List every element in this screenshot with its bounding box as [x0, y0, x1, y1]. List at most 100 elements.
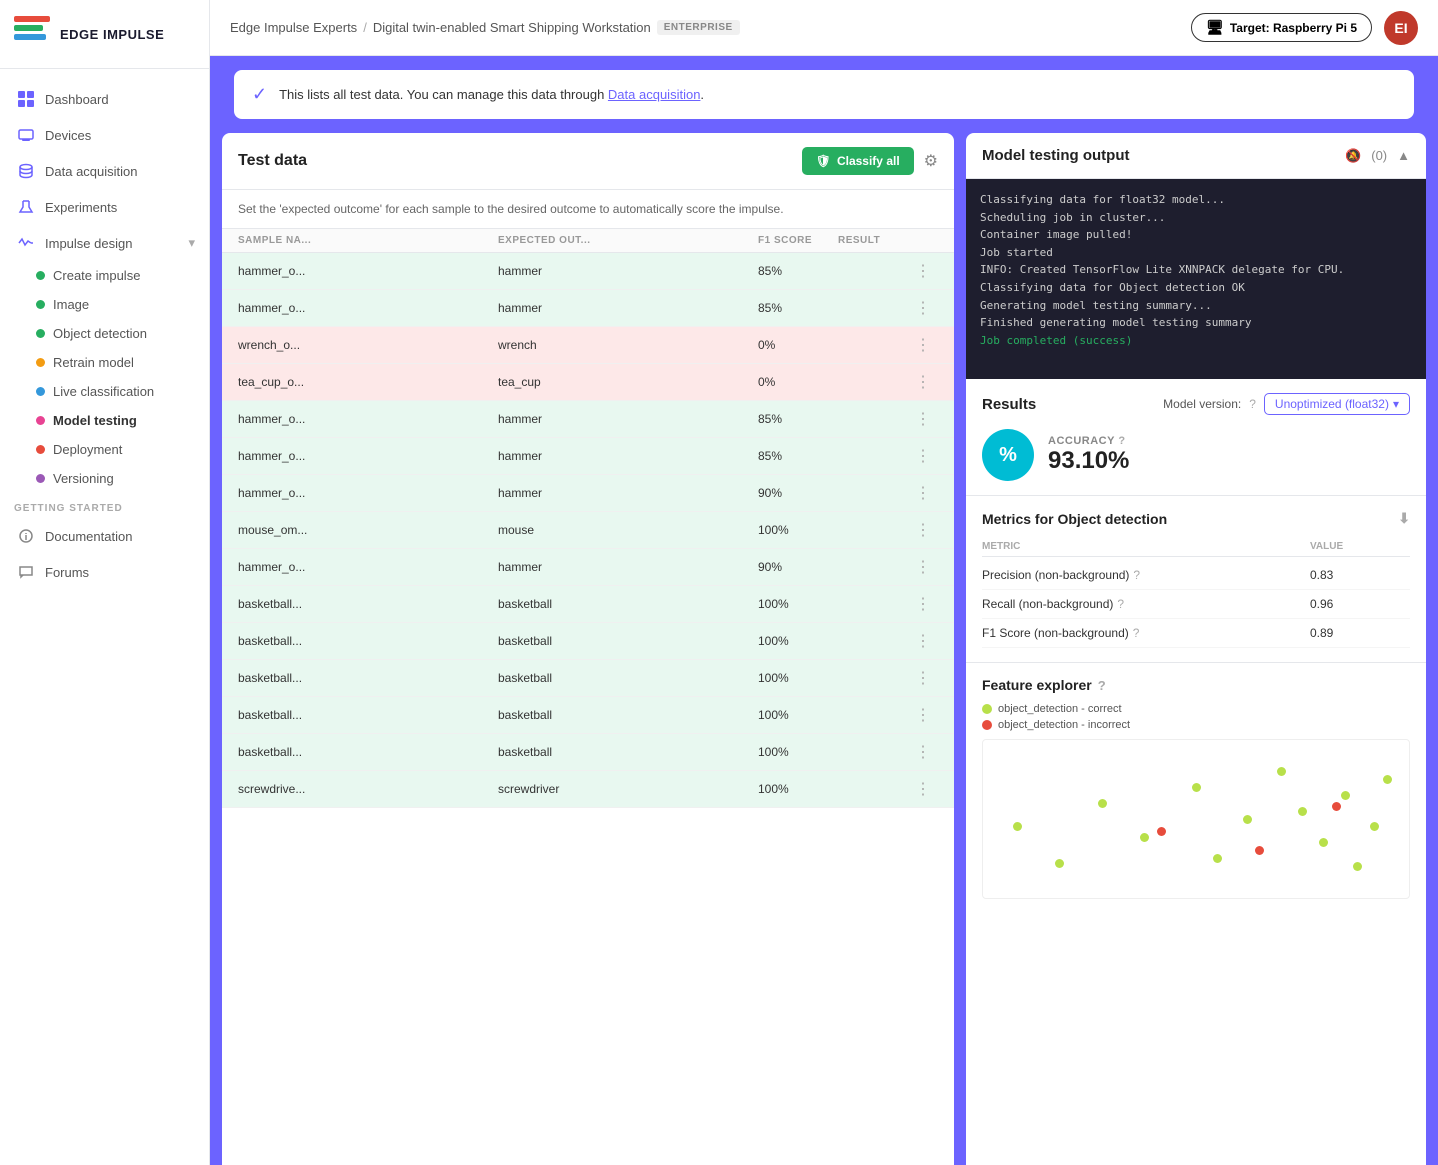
- scatter-dot: [1277, 767, 1286, 776]
- sidebar-item-create-impulse[interactable]: Create impulse: [36, 261, 209, 290]
- row-sample-name: mouse_om...: [238, 523, 498, 537]
- row-f1-score: 100%: [758, 708, 838, 722]
- row-menu-button[interactable]: ⋮: [908, 409, 938, 429]
- help-icon: ?: [1249, 397, 1256, 411]
- scatter-dot: [1055, 859, 1064, 868]
- status-dot: [36, 387, 45, 396]
- header: Edge Impulse Experts / Digital twin-enab…: [210, 0, 1438, 56]
- sidebar-item-forums[interactable]: Forums: [0, 554, 209, 590]
- sidebar-item-deployment[interactable]: Deployment: [36, 435, 209, 464]
- scatter-dot: [1255, 846, 1264, 855]
- row-menu-button[interactable]: ⋮: [908, 668, 938, 688]
- table-row[interactable]: hammer_o... hammer 85% ⋮: [222, 438, 954, 475]
- submenu-item-label: Deployment: [53, 442, 122, 457]
- sidebar-item-dashboard[interactable]: Dashboard: [0, 81, 209, 117]
- row-menu-button[interactable]: ⋮: [908, 742, 938, 762]
- row-sample-name: basketball...: [238, 745, 498, 759]
- table-row[interactable]: basketball... basketball 100% ⋮: [222, 734, 954, 771]
- model-output-panel: Model testing output 🔕 (0) ▲ Classifying…: [966, 133, 1426, 1165]
- status-dot: [36, 445, 45, 454]
- sidebar-item-impulse-design[interactable]: Impulse design ▾: [0, 225, 209, 261]
- row-menu-button[interactable]: ⋮: [908, 335, 938, 355]
- table-row[interactable]: basketball... basketball 100% ⋮: [222, 697, 954, 734]
- status-dot: [36, 271, 45, 280]
- table-row[interactable]: hammer_o... hammer 90% ⋮: [222, 549, 954, 586]
- sidebar-item-devices[interactable]: Devices: [0, 117, 209, 153]
- row-menu-button[interactable]: ⋮: [908, 372, 938, 392]
- metric-label: F1 Score (non-background) ?: [982, 626, 1310, 640]
- table-row[interactable]: hammer_o... hammer 85% ⋮: [222, 401, 954, 438]
- row-menu-button[interactable]: ⋮: [908, 446, 938, 466]
- submenu-item-label: Model testing: [53, 413, 137, 428]
- row-menu-button[interactable]: ⋮: [908, 298, 938, 318]
- chevron-down-icon: ▾: [188, 235, 195, 251]
- metrics-section: Metrics for Object detection ⬇ METRIC VA…: [966, 496, 1426, 663]
- scatter-dot: [1298, 807, 1307, 816]
- metrics-row: Recall (non-background) ? 0.96: [982, 590, 1410, 619]
- classify-all-button[interactable]: 🛡 Classify all: [802, 147, 914, 175]
- feature-legend: object_detection - correct object_detect…: [982, 703, 1410, 731]
- table-row[interactable]: mouse_om... mouse 100% ⋮: [222, 512, 954, 549]
- scatter-dot: [1383, 775, 1392, 784]
- row-f1-score: 100%: [758, 634, 838, 648]
- collapse-icon[interactable]: ▲: [1397, 148, 1410, 163]
- row-menu-button[interactable]: ⋮: [908, 631, 938, 651]
- submenu-item-label: Versioning: [53, 471, 114, 486]
- table-row[interactable]: screwdrive... screwdriver 100% ⋮: [222, 771, 954, 808]
- legend-item-correct: object_detection - correct: [982, 703, 1410, 715]
- submenu-item-label: Retrain model: [53, 355, 134, 370]
- accuracy-row: % ACCURACY ? 93.10%: [982, 429, 1410, 481]
- accuracy-icon: %: [982, 429, 1034, 481]
- target-button[interactable]: 🖥 Target: Raspberry Pi 5: [1191, 13, 1372, 42]
- row-menu-button[interactable]: ⋮: [908, 483, 938, 503]
- content-area: ✓ This lists all test data. You can mana…: [210, 56, 1438, 1165]
- sidebar-item-object-detection[interactable]: Object detection: [36, 319, 209, 348]
- row-menu-button[interactable]: ⋮: [908, 594, 938, 614]
- avatar-initials: EI: [1394, 20, 1407, 36]
- table-row[interactable]: tea_cup_o... tea_cup 0% ⋮: [222, 364, 954, 401]
- sidebar-item-data-acquisition[interactable]: Data acquisition: [0, 153, 209, 189]
- settings-button[interactable]: ⚙: [924, 151, 938, 171]
- avatar[interactable]: EI: [1384, 11, 1418, 45]
- breadcrumb: Edge Impulse Experts / Digital twin-enab…: [230, 20, 1181, 35]
- metric-label: Recall (non-background) ?: [982, 597, 1310, 611]
- sidebar: EDGE IMPULSE Dashboard Devices Data acqu…: [0, 0, 210, 1165]
- metrics-row: Precision (non-background) ? 0.83: [982, 561, 1410, 590]
- row-menu-button[interactable]: ⋮: [908, 557, 938, 577]
- data-acquisition-link[interactable]: Data acquisition: [608, 87, 701, 102]
- breadcrumb-project[interactable]: Edge Impulse Experts: [230, 20, 357, 35]
- table-row[interactable]: wrench_o... wrench 0% ⋮: [222, 327, 954, 364]
- table-row[interactable]: hammer_o... hammer 90% ⋮: [222, 475, 954, 512]
- model-version-select[interactable]: Unoptimized (float32) ▾: [1264, 393, 1410, 415]
- sidebar-item-image[interactable]: Image: [36, 290, 209, 319]
- row-menu-button[interactable]: ⋮: [908, 705, 938, 725]
- sidebar-item-model-testing[interactable]: Model testing: [36, 406, 209, 435]
- table-row[interactable]: hammer_o... hammer 85% ⋮: [222, 253, 954, 290]
- chevron-down-icon: ▾: [1393, 397, 1399, 411]
- sidebar-item-documentation[interactable]: Documentation: [0, 518, 209, 554]
- sidebar-item-experiments[interactable]: Experiments: [0, 189, 209, 225]
- sidebar-item-versioning[interactable]: Versioning: [36, 464, 209, 493]
- sidebar-item-retrain-model[interactable]: Retrain model: [36, 348, 209, 377]
- row-menu-button[interactable]: ⋮: [908, 779, 938, 799]
- test-data-table: SAMPLE NA... EXPECTED OUT... F1 SCORE RE…: [222, 229, 954, 1165]
- row-f1-score: 100%: [758, 597, 838, 611]
- shield-icon: 🛡: [816, 154, 831, 168]
- metrics-header: METRIC VALUE: [982, 537, 1410, 557]
- row-f1-score: 90%: [758, 560, 838, 574]
- table-row[interactable]: basketball... basketball 100% ⋮: [222, 623, 954, 660]
- row-menu-button[interactable]: ⋮: [908, 261, 938, 281]
- model-output-actions: 🔕 (0) ▲: [1345, 148, 1410, 164]
- metric-value: 0.89: [1310, 626, 1410, 640]
- row-menu-button[interactable]: ⋮: [908, 520, 938, 540]
- table-row[interactable]: basketball... basketball 100% ⋮: [222, 586, 954, 623]
- scatter-dot: [1319, 838, 1328, 847]
- table-row[interactable]: hammer_o... hammer 85% ⋮: [222, 290, 954, 327]
- row-sample-name: hammer_o...: [238, 301, 498, 315]
- sidebar-item-live-classification[interactable]: Live classification: [36, 377, 209, 406]
- help-icon: ?: [1118, 435, 1125, 447]
- getting-started-label: GETTING STARTED: [0, 493, 209, 518]
- table-row[interactable]: basketball... basketball 100% ⋮: [222, 660, 954, 697]
- download-icon[interactable]: ⬇: [1398, 510, 1410, 527]
- col-result: RESULT: [838, 235, 908, 246]
